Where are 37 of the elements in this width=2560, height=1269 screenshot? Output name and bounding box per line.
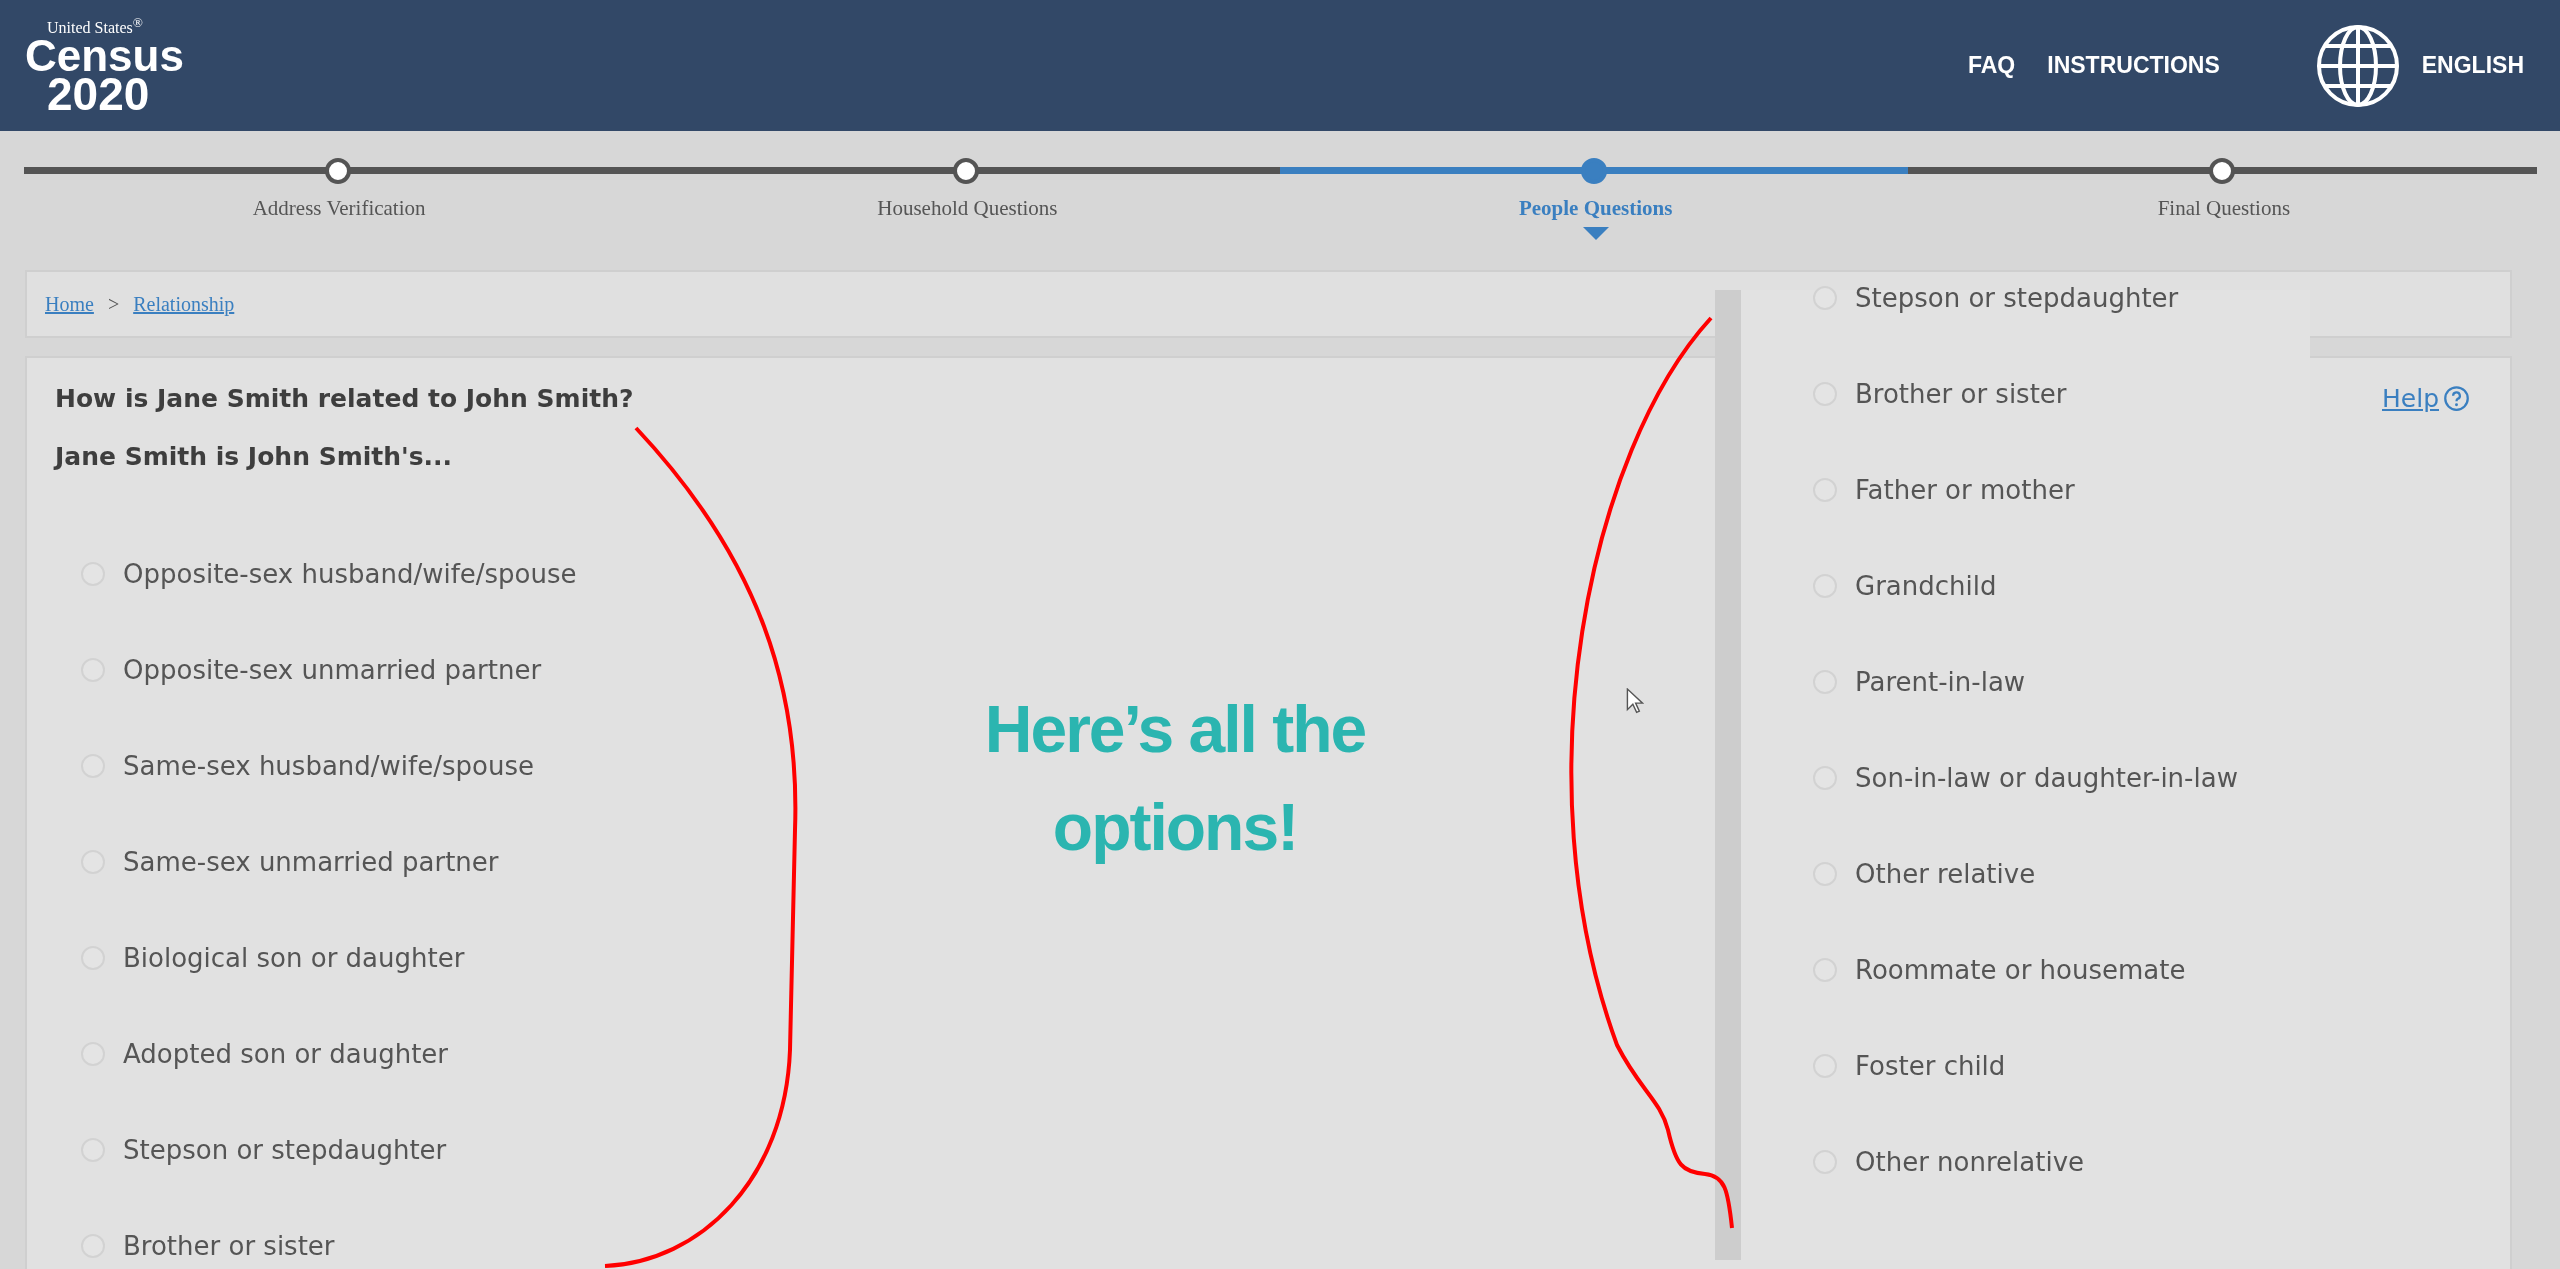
option-label[interactable]: Stepson or stepdaughter — [1855, 283, 2179, 313]
help-icon[interactable] — [2443, 385, 2470, 412]
option-label[interactable]: Foster child — [1855, 1051, 2006, 1081]
option-label[interactable]: Brother or sister — [123, 1231, 335, 1261]
caret-icon — [1582, 227, 1609, 240]
option-label[interactable]: Stepson or stepdaughter — [123, 1135, 447, 1165]
option-label[interactable]: Same-sex husband/wife/spouse — [123, 751, 534, 781]
option-label[interactable]: Biological son or daughter — [123, 943, 465, 973]
annotation-text: Here’s all the options! — [983, 691, 1367, 866]
option-label[interactable]: Opposite-sex husband/wife/spouse — [123, 559, 577, 589]
census-logo[interactable]: United States$^{®}$ Census 2020 — [25, 17, 184, 114]
globe-icon[interactable] — [2315, 23, 2400, 108]
nav-link[interactable]: INSTRUCTIONS — [2047, 52, 2220, 79]
option-label[interactable]: Father or mother — [1855, 475, 2075, 505]
option-label[interactable]: Opposite-sex unmarried partner — [123, 655, 542, 685]
option-label[interactable]: Other relative — [1855, 859, 2036, 889]
option-label[interactable]: Roommate or housemate — [1855, 955, 2186, 985]
breadcrumb-separator: > — [107, 292, 120, 316]
cursor-icon — [1626, 688, 1644, 714]
option-label[interactable]: Grandchild — [1855, 571, 1997, 601]
option-label[interactable]: Parent-in-law — [1855, 667, 2026, 697]
step-label[interactable]: Household Questions — [877, 196, 1058, 221]
option-label[interactable]: Brother or sister — [1855, 379, 2067, 409]
option-label[interactable]: Same-sex unmarried partner — [123, 847, 499, 877]
step-label[interactable]: Final Questions — [2157, 196, 2291, 221]
option-label[interactable]: Adopted son or daughter — [123, 1039, 449, 1069]
step-label[interactable]: People Questions — [1518, 196, 1673, 221]
question-title: How is Jane Smith related to John Smith? — [55, 383, 634, 415]
breadcrumb-link[interactable]: Relationship — [133, 292, 235, 316]
option-label[interactable]: Son-in-law or daughter-in-law — [1855, 763, 2238, 793]
help-link[interactable]: Help — [2382, 384, 2470, 413]
nav-link[interactable]: FAQ — [1968, 52, 2016, 79]
option-label[interactable]: Other nonrelative — [1855, 1147, 2085, 1177]
question-prompt: Jane Smith is John Smith's... — [55, 441, 454, 473]
language-link[interactable]: ENGLISH — [2421, 52, 2524, 79]
breadcrumb-link[interactable]: Home — [45, 292, 94, 316]
step-label[interactable]: Address Verification — [252, 196, 426, 221]
